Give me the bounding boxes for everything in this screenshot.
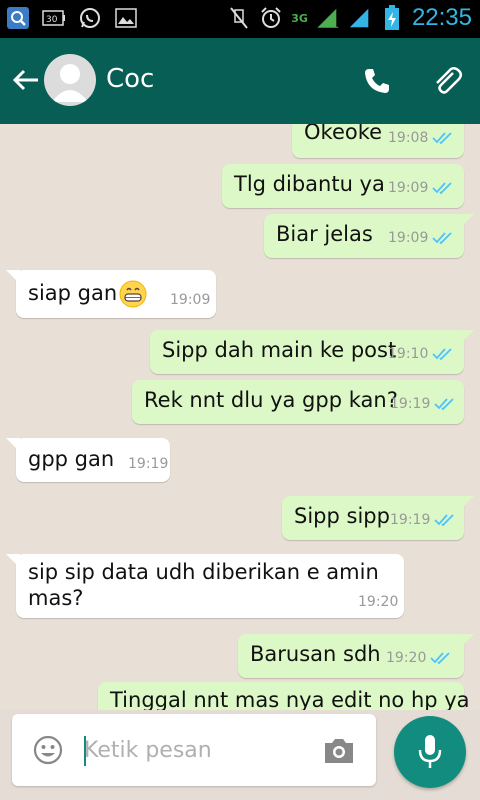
network-type: 3G (291, 11, 308, 25)
grin-emoji-icon (118, 279, 148, 309)
bubble-tail (460, 214, 474, 228)
clock: 22:35 (411, 4, 472, 31)
double-check-icon (430, 652, 450, 665)
message-text: Tinggal nnt mas nya edit no hp ya (110, 688, 470, 710)
contact-name[interactable]: Coc (106, 64, 154, 94)
phone-icon[interactable] (358, 62, 396, 100)
bubble-tail (6, 270, 20, 284)
message-text: gpp gan (28, 447, 115, 471)
message-outgoing[interactable]: Okeoke 19:08 (292, 124, 464, 158)
bubble-tail (460, 330, 474, 344)
message-text: siap gan (28, 281, 118, 305)
message-text: Biar jelas (276, 222, 373, 246)
message-outgoing[interactable]: Tlg dibantu ya 19:09 (222, 164, 464, 208)
double-check-icon (434, 398, 454, 411)
message-time: 19:09 (170, 292, 211, 308)
message-list[interactable]: Okeoke 19:08 Tlg dibantu ya 19:09 Biar j… (0, 124, 480, 710)
image-icon (114, 6, 138, 30)
message-time: 19:09 (388, 180, 429, 196)
bubble-tail (6, 554, 20, 568)
chat-header: Coc (0, 38, 480, 124)
message-time: 19:19 (390, 512, 431, 528)
message-incoming[interactable]: gpp gan 19:19 (6, 438, 170, 482)
double-check-icon (434, 514, 454, 527)
camera-icon[interactable] (322, 736, 356, 766)
emoji-icon[interactable] (32, 734, 64, 766)
message-text: Tlg dibantu ya (234, 172, 385, 196)
battery-30-icon: 30 (42, 6, 66, 30)
message-text: Rek nnt dlu ya gpp kan? (144, 388, 398, 412)
message-outgoing[interactable]: Sipp dah main ke post 19:10 (150, 330, 474, 374)
message-text: Okeoke (304, 124, 383, 144)
message-outgoing[interactable]: Sipp sipp 19:19 (282, 496, 474, 540)
bubble-tail (460, 496, 474, 510)
attach-icon[interactable] (428, 62, 466, 100)
bubble-tail (6, 438, 20, 452)
message-outgoing[interactable]: Barusan sdh 19:20 (238, 634, 474, 678)
double-check-icon (432, 132, 452, 145)
message-incoming[interactable]: sip sip data udh diberikan e amin mas? 1… (6, 554, 404, 618)
message-composer (12, 714, 376, 786)
message-input[interactable] (84, 732, 304, 768)
message-time: 19:20 (358, 594, 399, 610)
search-icon (6, 6, 30, 30)
bubble-tail (460, 634, 474, 648)
message-time: 19:09 (388, 230, 429, 246)
message-text-line: sip sip data udh diberikan e amin (28, 560, 379, 584)
message-time: 19:10 (388, 346, 429, 362)
status-bar: 30 3G 22:35 (0, 0, 480, 38)
signal-icon (316, 6, 340, 30)
message-incoming[interactable]: siap gan 19:09 (6, 270, 216, 318)
message-text-line: mas? (28, 586, 84, 610)
charging-battery-icon (380, 5, 404, 30)
mic-icon[interactable] (394, 716, 466, 788)
double-check-icon (432, 232, 452, 245)
svg-text:30: 30 (46, 15, 58, 25)
back-arrow-icon[interactable] (10, 64, 42, 96)
avatar[interactable] (44, 54, 96, 106)
muted-icon (227, 6, 251, 30)
message-time: 19:19 (128, 456, 169, 472)
message-time: 19:19 (390, 396, 431, 412)
double-check-icon (432, 348, 452, 361)
message-text: Barusan sdh (250, 642, 381, 666)
message-time: 19:08 (388, 130, 429, 146)
message-outgoing[interactable]: Tinggal nnt mas nya edit no hp ya (98, 682, 470, 710)
message-outgoing[interactable]: Rek nnt dlu ya gpp kan? 19:19 (132, 380, 464, 424)
message-text: Sipp sipp (294, 504, 390, 528)
message-text: Sipp dah main ke post (162, 338, 397, 362)
message-time: 19:20 (386, 650, 427, 666)
message-outgoing[interactable]: Biar jelas 19:09 (264, 214, 474, 258)
double-check-icon (432, 182, 452, 195)
whatsapp-icon (78, 6, 102, 30)
signal-icon (348, 6, 372, 30)
alarm-icon (259, 6, 283, 30)
